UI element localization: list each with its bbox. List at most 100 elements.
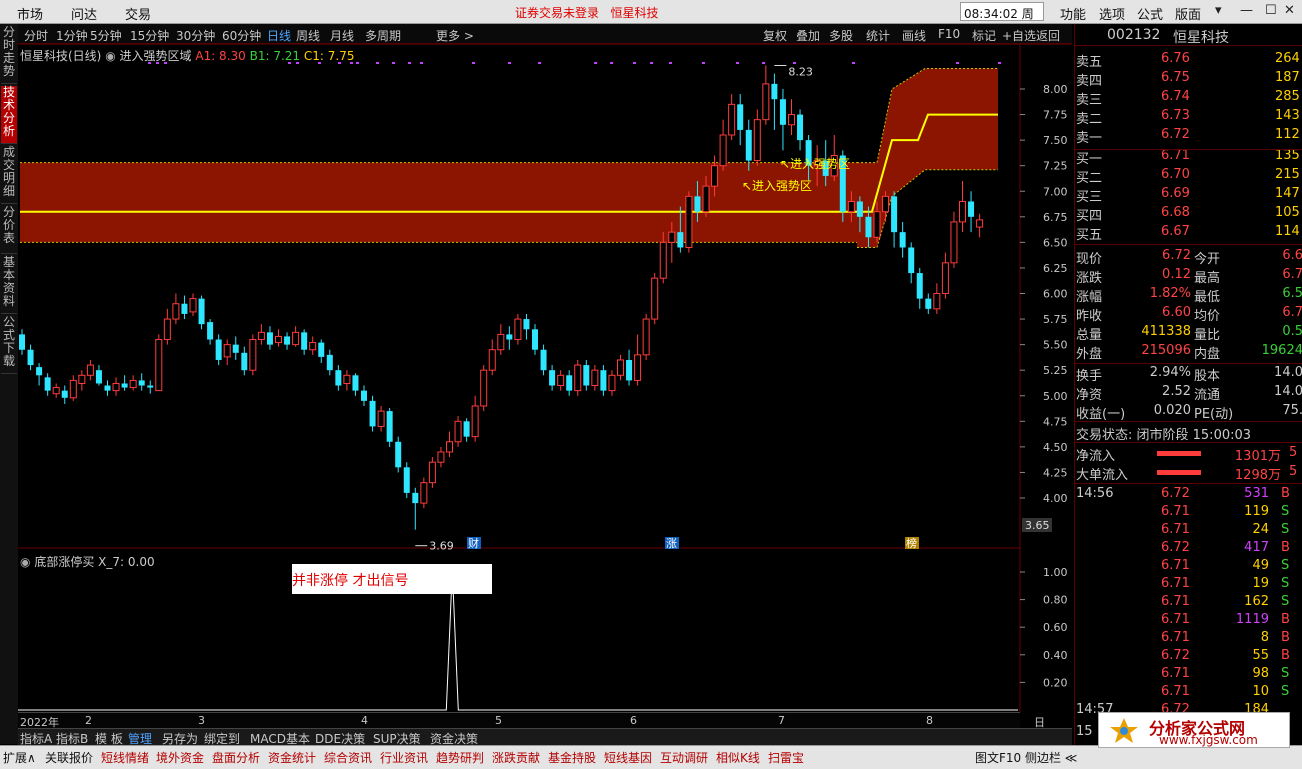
stat-label-2: 量比 bbox=[1194, 328, 1221, 343]
tick-price: 6.71 bbox=[1161, 522, 1190, 537]
x-axis: 2022年2345678日线 bbox=[18, 712, 1045, 745]
tick-row: 6.71 19 S bbox=[1075, 576, 1302, 594]
candle-body bbox=[318, 342, 325, 357]
main-chart-title: 恒星科技(日线) ◉ 进入强势区域 A1: 8.30 B1: 7.21 C1: … bbox=[20, 47, 354, 64]
candle-body bbox=[788, 114, 795, 126]
stat-row: 总量 411338 量比 0.5 bbox=[1075, 324, 1302, 343]
candle-body bbox=[52, 387, 60, 395]
bottom-link-3[interactable]: 境外资金 bbox=[156, 749, 204, 766]
signal-marker bbox=[472, 62, 475, 64]
price-tick-label: 6.50 bbox=[1043, 236, 1068, 249]
candle-body bbox=[198, 298, 205, 325]
bottom-link-5[interactable]: 资金统计 bbox=[268, 749, 316, 766]
sub-indicator-toggle-icon[interactable]: ◉ bbox=[20, 555, 30, 569]
signal-marker bbox=[538, 62, 541, 64]
stat-label: 昨收 bbox=[1076, 309, 1103, 324]
candle-body bbox=[437, 451, 445, 463]
candle-body bbox=[420, 482, 428, 504]
bottom-link-10[interactable]: 基金持股 bbox=[548, 749, 596, 766]
candle-body bbox=[797, 114, 804, 141]
candle-body bbox=[181, 303, 188, 314]
candle-body bbox=[925, 298, 932, 309]
level-label: 买五 bbox=[1076, 228, 1103, 243]
stat-value-2: 6.6 bbox=[1282, 248, 1302, 263]
tick-volume: 1119 bbox=[1235, 612, 1269, 627]
tick-row: 6.71 1119 B bbox=[1075, 612, 1302, 630]
bottom-link-1[interactable]: 关联报价 bbox=[45, 749, 93, 766]
bottom-link-4[interactable]: 盘面分析 bbox=[212, 749, 260, 766]
stat-value: 6.60 bbox=[1162, 305, 1191, 320]
x-tick-label: 8 bbox=[926, 714, 933, 727]
tick-time: 14:56 bbox=[1076, 486, 1114, 501]
watermark-url: www.fxjgsw.com bbox=[1159, 733, 1258, 747]
candle-body bbox=[642, 318, 650, 356]
bottom-link-8[interactable]: 趋势研判 bbox=[436, 749, 484, 766]
stat-label-2: 最低 bbox=[1194, 290, 1221, 305]
stat-row: 涨幅 1.82% 最低 6.5 bbox=[1075, 286, 1302, 305]
flow-row: 净流入 1301万 5 bbox=[1075, 445, 1302, 464]
stat-row: 昨收 6.60 均价 6.7 bbox=[1075, 305, 1302, 324]
stat-value: 1.82% bbox=[1149, 286, 1191, 301]
bottom-link-12[interactable]: 互动调研 bbox=[660, 749, 708, 766]
signal-marker bbox=[793, 62, 796, 64]
event-tag: 涨 bbox=[666, 537, 677, 550]
zone-entry-label: ↖进入强势区 bbox=[742, 179, 812, 193]
candle-body bbox=[916, 273, 923, 299]
signal-marker bbox=[408, 62, 411, 64]
candle-body bbox=[779, 99, 786, 125]
level-label: 卖二 bbox=[1076, 112, 1103, 127]
bottom-link-6[interactable]: 综合资讯 bbox=[324, 749, 372, 766]
candle-body bbox=[395, 441, 402, 468]
candle-body bbox=[343, 374, 351, 384]
x-tick-label: 4 bbox=[361, 714, 368, 727]
tick-time: 15 bbox=[1076, 724, 1093, 739]
level-label: 买四 bbox=[1076, 209, 1103, 224]
price-tick-label: 5.00 bbox=[1043, 390, 1068, 403]
tick-direction: S bbox=[1281, 558, 1290, 573]
candle-body bbox=[241, 352, 248, 371]
stat-label: 涨跌 bbox=[1076, 271, 1103, 286]
stat-value: 0.020 bbox=[1153, 403, 1191, 418]
site-watermark: 分析家公式网 www.fxjgsw.com bbox=[1098, 712, 1290, 748]
level-volume: 215 bbox=[1275, 167, 1300, 182]
indicator-tab-strip: 指标A 指标B 模 板管理 另存为 绑定到 MACD基本 DDE决策 SUP决策 资金决策 bbox=[18, 728, 1072, 746]
candle-body bbox=[728, 103, 736, 136]
candle-body bbox=[600, 370, 607, 391]
candle-body bbox=[309, 342, 317, 351]
bottom-link-2[interactable]: 短线情绪 bbox=[101, 749, 149, 766]
candle-body bbox=[591, 369, 599, 387]
candle-body bbox=[189, 298, 197, 313]
indicator-toggle-icon[interactable]: ◉ bbox=[105, 49, 115, 63]
flow-label: 净流入 bbox=[1076, 449, 1116, 464]
sidebar-toggle[interactable]: 图文F10 侧边栏 ≪ bbox=[975, 749, 1077, 766]
candle-body bbox=[369, 400, 376, 427]
order-book-row: 卖一 6.72 112 bbox=[1075, 127, 1302, 146]
bottom-link-14[interactable]: 扫雷宝 bbox=[768, 749, 804, 766]
last-price-tag: 3.65 bbox=[1025, 519, 1050, 532]
bottom-link-11[interactable]: 短线基因 bbox=[604, 749, 652, 766]
candle-body bbox=[112, 382, 120, 392]
divider bbox=[1075, 442, 1302, 443]
candle-body bbox=[959, 200, 966, 223]
tick-row: 6.71 10 S bbox=[1075, 684, 1302, 702]
bottom-link-13[interactable]: 相似K线 bbox=[716, 749, 760, 766]
candle-body bbox=[61, 390, 68, 398]
level-price: 6.73 bbox=[1161, 108, 1190, 123]
candle-body bbox=[557, 374, 565, 387]
quote-panel: 002132 恒星科技 卖五 6.76 264 卖四 6.75 187 卖三 6.74 285 卖… bbox=[1074, 24, 1302, 745]
bottom-link-7[interactable]: 行业资讯 bbox=[380, 749, 428, 766]
tick-row: 6.71 119 S bbox=[1075, 504, 1302, 522]
level-price: 6.74 bbox=[1161, 89, 1190, 104]
level-price: 6.70 bbox=[1161, 167, 1190, 182]
order-book-row: 买五 6.67 114 bbox=[1075, 224, 1302, 243]
stat-row: 外盘 215096 内盘 19624 bbox=[1075, 343, 1302, 362]
bottom-link-9[interactable]: 涨跌贡献 bbox=[492, 749, 540, 766]
stat-value: 0.12 bbox=[1162, 267, 1191, 282]
tick-row: 6.71 98 S bbox=[1075, 666, 1302, 684]
stat-label-2: 内盘 bbox=[1194, 347, 1221, 362]
stat-label: 收益(一) bbox=[1076, 407, 1126, 422]
candle-body bbox=[155, 339, 163, 392]
candle-body bbox=[129, 379, 137, 389]
signal-marker bbox=[633, 62, 636, 64]
bottom-link-0[interactable]: 扩展∧ bbox=[3, 749, 36, 766]
